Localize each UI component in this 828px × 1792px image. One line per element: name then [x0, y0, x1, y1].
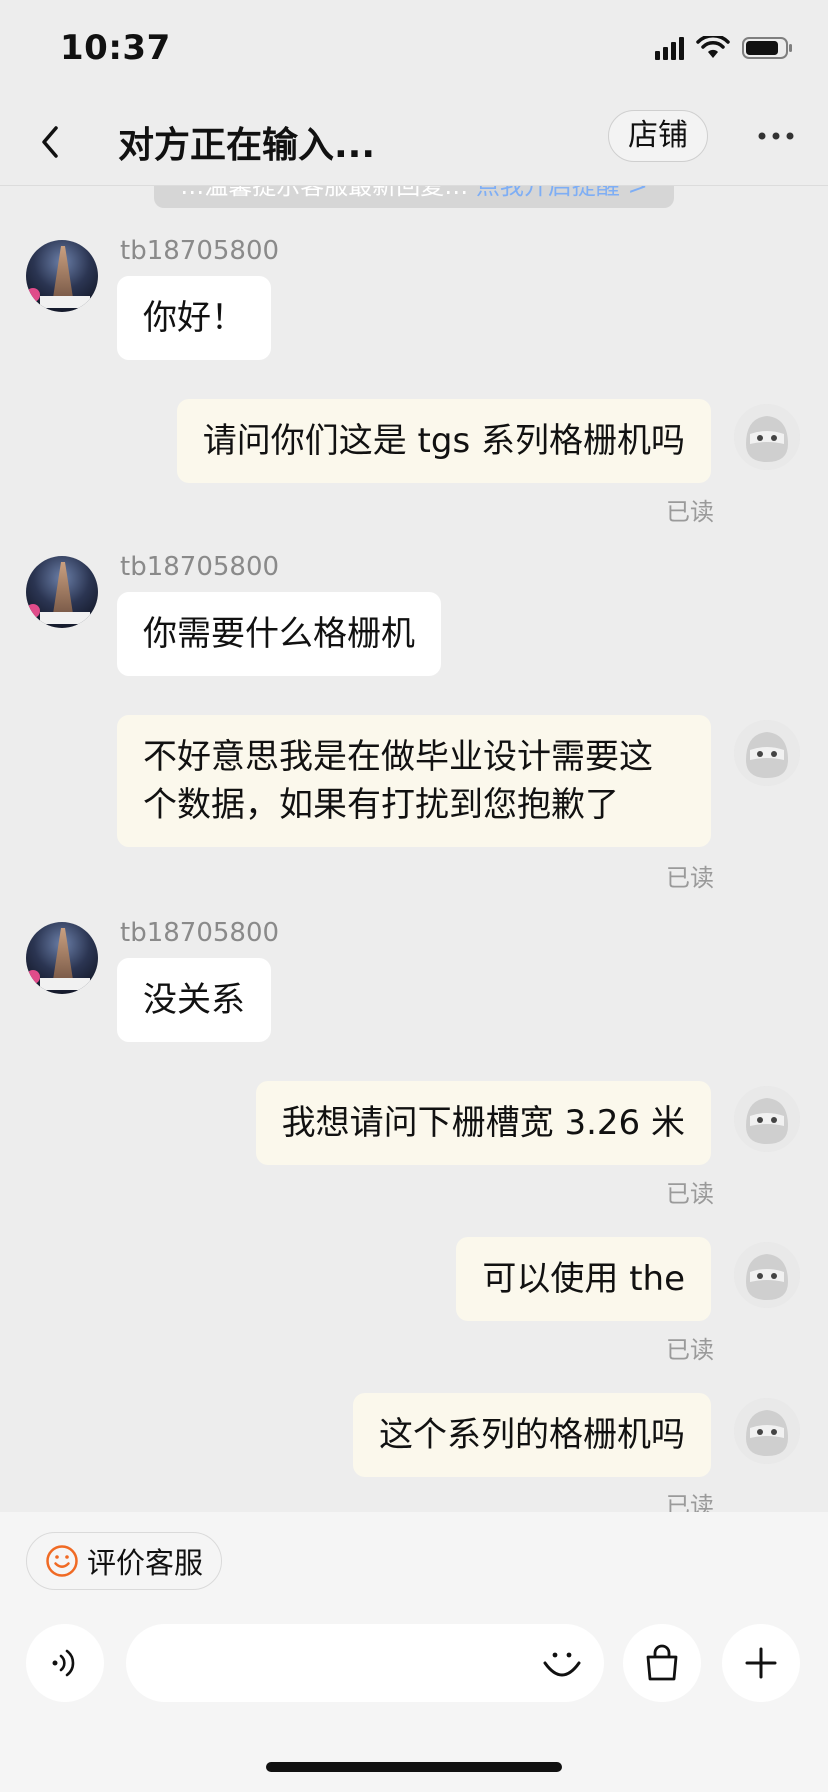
shopping-bag-button[interactable] [623, 1624, 701, 1702]
status-icons [655, 36, 794, 60]
message-bubble-outgoing[interactable]: 我想请问下栅槽宽 3.26 米 [255, 1081, 711, 1165]
sender-name: tb18705800 [120, 552, 280, 582]
chat-header: 对方正在输入... 店铺 [0, 100, 828, 186]
voice-input-button[interactable] [26, 1624, 104, 1702]
message-bubble-outgoing[interactable]: 不好意思我是在做毕业设计需要这 个数据，如果有打扰到您抱歉了 [117, 715, 711, 847]
emoji-icon[interactable] [540, 1643, 584, 1687]
smile-icon [46, 1545, 78, 1577]
status-time: 10:37 [60, 28, 171, 68]
message-bubble-incoming[interactable]: 没关系 [117, 958, 271, 1042]
rate-service-label: 评价客服 [87, 1546, 204, 1580]
back-arrow-icon[interactable] [36, 122, 66, 162]
ninja-avatar-icon [734, 720, 800, 786]
read-status: 已读 [666, 498, 714, 526]
read-status: 已读 [666, 1336, 714, 1364]
plus-icon [745, 1647, 777, 1679]
signal-icon [655, 36, 684, 60]
user-avatar[interactable] [734, 404, 800, 470]
user-avatar[interactable] [734, 720, 800, 786]
notice-text: …温馨提示客服最新回复… [180, 186, 469, 200]
shop-button[interactable]: 店铺 [608, 110, 708, 162]
message-line: 不好意思我是在做毕业设计需要这 [143, 737, 653, 777]
seller-avatar[interactable] [26, 556, 98, 628]
rate-service-button[interactable]: 评价客服 [26, 1532, 223, 1590]
notice-banner[interactable]: …温馨提示客服最新回复… 点我开启提醒 > [154, 186, 674, 208]
message-bubble-outgoing[interactable]: 可以使用 the [456, 1237, 711, 1321]
bottom-toolbar: 评价客服 [0, 1512, 828, 1792]
seller-avatar[interactable] [26, 240, 98, 312]
shopping-bag-icon [646, 1644, 678, 1681]
ninja-avatar-icon [734, 1086, 800, 1152]
user-avatar[interactable] [734, 1086, 800, 1152]
ninja-avatar-icon [734, 404, 800, 470]
sender-name: tb18705800 [120, 236, 280, 266]
status-bar: 10:37 [0, 0, 828, 100]
home-indicator [266, 1762, 562, 1772]
message-input[interactable] [126, 1624, 604, 1702]
seller-avatar[interactable] [26, 922, 98, 994]
more-options-icon[interactable] [756, 130, 796, 142]
message-bubble-outgoing[interactable]: 请问你们这是 tgs 系列格栅机吗 [176, 399, 711, 483]
read-status: 已读 [666, 1492, 714, 1512]
chat-message-list[interactable]: …温馨提示客服最新回复… 点我开启提醒 > tb18705800 你好！ 请问你… [0, 186, 828, 1512]
voice-icon [52, 1649, 75, 1677]
message-bubble-outgoing[interactable]: 这个系列的格栅机吗 [353, 1393, 711, 1477]
more-actions-button[interactable] [722, 1624, 800, 1702]
read-status: 已读 [666, 864, 714, 892]
message-bubble-incoming[interactable]: 你好！ [117, 276, 271, 360]
header-title: 对方正在输入... [118, 125, 376, 166]
ninja-avatar-icon [734, 1242, 800, 1308]
message-line: 个数据，如果有打扰到您抱歉了 [143, 785, 619, 825]
notice-link[interactable]: 点我开启提醒 > [476, 186, 648, 200]
wifi-icon [696, 36, 730, 58]
user-avatar[interactable] [734, 1242, 800, 1308]
battery-icon [742, 37, 792, 59]
user-avatar[interactable] [734, 1398, 800, 1464]
ninja-avatar-icon [734, 1398, 800, 1464]
message-bubble-incoming[interactable]: 你需要什么格栅机 [117, 592, 441, 676]
read-status: 已读 [666, 1180, 714, 1208]
sender-name: tb18705800 [120, 918, 280, 948]
